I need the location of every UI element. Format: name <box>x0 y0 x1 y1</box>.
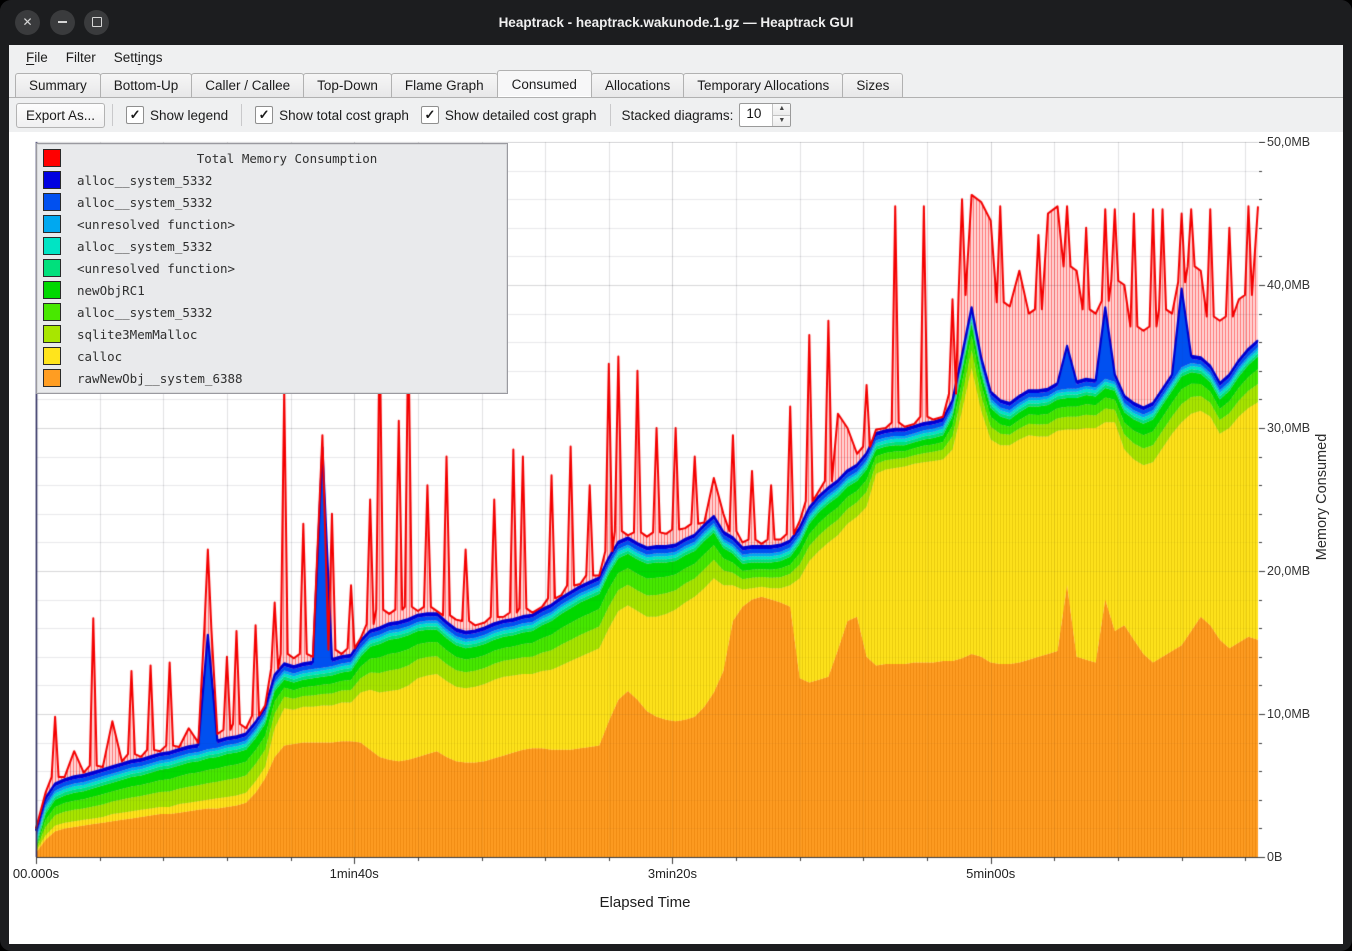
legend-item: alloc__system_5332 <box>37 235 507 257</box>
legend-swatch-icon <box>43 149 61 167</box>
spinner-buttons: ▲ ▼ <box>772 104 790 126</box>
tab-temporary-allocations[interactable]: Temporary Allocations <box>683 73 843 97</box>
tab-summary[interactable]: Summary <box>15 73 101 97</box>
legend-label: <unresolved function> <box>77 261 235 276</box>
menu-settings[interactable]: Settings <box>105 48 172 67</box>
legend-swatch-icon <box>43 303 61 321</box>
export-as-button[interactable]: Export As... <box>16 103 105 128</box>
checkbox-label: Show total cost graph <box>279 108 409 123</box>
legend-swatch-icon <box>43 171 61 189</box>
tab-consumed[interactable]: Consumed <box>497 70 592 97</box>
legend-item: alloc__system_5332 <box>37 191 507 213</box>
checkbox-check-icon: ✓ <box>126 106 144 124</box>
x-axis-title: Elapsed Time <box>495 894 795 911</box>
maximize-icon[interactable] <box>84 10 109 35</box>
window-title: Heaptrack - heaptrack.wakunode.1.gz — He… <box>120 0 1232 45</box>
legend-item: sqlite3MemMalloc <box>37 323 507 345</box>
legend-item: alloc__system_5332 <box>37 169 507 191</box>
tab-allocations[interactable]: Allocations <box>591 73 684 97</box>
legend-swatch-icon <box>43 347 61 365</box>
legend-item: newObjRC1 <box>37 279 507 301</box>
legend-title-row: Total Memory Consumption <box>37 147 507 169</box>
y-tick-label: 10,0MB <box>1267 706 1310 722</box>
stacked-diagrams-label: Stacked diagrams: <box>622 108 734 123</box>
y-tick-label: 40,0MB <box>1267 277 1310 293</box>
chart-area: Total Memory Consumption alloc__system_53… <box>9 132 1343 944</box>
tab-bottom-up[interactable]: Bottom-Up <box>100 73 193 97</box>
menu-bar: FileFilterSettings <box>9 45 1343 69</box>
legend-swatch-icon <box>43 325 61 343</box>
legend-label: alloc__system_5332 <box>77 195 212 210</box>
x-tick-label: 00.000s <box>9 866 81 881</box>
close-icon[interactable]: ✕ <box>15 10 40 35</box>
legend-label: alloc__system_5332 <box>77 173 212 188</box>
tab-caller-callee[interactable]: Caller / Callee <box>191 73 304 97</box>
legend-item: calloc <box>37 345 507 367</box>
legend-item: <unresolved function> <box>37 213 507 235</box>
main-content: FileFilterSettings SummaryBottom-UpCalle… <box>9 45 1343 944</box>
checkbox-check-icon: ✓ <box>421 106 439 124</box>
legend-swatch-icon <box>43 369 61 387</box>
checkbox-label: Show detailed cost graph <box>445 108 597 123</box>
tab-top-down[interactable]: Top-Down <box>303 73 392 97</box>
legend-label: <unresolved function> <box>77 217 235 232</box>
legend-swatch-icon <box>43 215 61 233</box>
toolbar-separator <box>241 104 242 126</box>
y-axis-title: Memory Consumed <box>1314 434 1330 561</box>
y-tick-label: 30,0MB <box>1267 420 1310 436</box>
tab-sizes[interactable]: Sizes <box>842 73 903 97</box>
toolbar-separator <box>112 104 113 126</box>
x-tick-label: 5min00s <box>946 866 1036 881</box>
spinner-value: 10 <box>740 104 772 126</box>
y-tick-label: 50,0MB <box>1267 134 1310 150</box>
legend-label: alloc__system_5332 <box>77 305 212 320</box>
y-tick-label: 20,0MB <box>1267 563 1310 579</box>
show-legend-checkbox[interactable]: ✓ Show legend <box>126 106 228 124</box>
legend-label: Total Memory Consumption <box>67 151 507 166</box>
spinner-up-icon[interactable]: ▲ <box>773 104 790 115</box>
tab-bar: SummaryBottom-UpCaller / CalleeTop-DownF… <box>9 69 1343 98</box>
show-detailed-cost-checkbox[interactable]: ✓ Show detailed cost graph <box>421 106 597 124</box>
menu-filter[interactable]: Filter <box>57 48 105 67</box>
y-tick-label: 0B <box>1267 849 1282 865</box>
toolbar-separator <box>610 104 611 126</box>
x-tick-label: 1min40s <box>309 866 399 881</box>
legend-label: rawNewObj__system_6388 <box>77 371 243 386</box>
show-total-cost-checkbox[interactable]: ✓ Show total cost graph <box>255 106 409 124</box>
toolbar: Export As... ✓ Show legend ✓ Show total … <box>9 98 1343 132</box>
chart-legend: Total Memory Consumption alloc__system_53… <box>36 143 508 394</box>
checkbox-label: Show legend <box>150 108 228 123</box>
legend-item: rawNewObj__system_6388 <box>37 367 507 389</box>
title-bar: ✕ Heaptrack - heaptrack.wakunode.1.gz — … <box>0 0 1352 45</box>
legend-label: newObjRC1 <box>77 283 145 298</box>
minimize-icon[interactable] <box>50 10 75 35</box>
legend-label: sqlite3MemMalloc <box>77 327 197 342</box>
legend-item: <unresolved function> <box>37 257 507 279</box>
stacked-diagrams-spinner[interactable]: 10 ▲ ▼ <box>739 103 791 127</box>
legend-swatch-icon <box>43 259 61 277</box>
legend-swatch-icon <box>43 237 61 255</box>
menu-file[interactable]: File <box>17 48 57 67</box>
spinner-down-icon[interactable]: ▼ <box>773 115 790 127</box>
tab-flame-graph[interactable]: Flame Graph <box>391 73 498 97</box>
legend-swatch-icon <box>43 193 61 211</box>
legend-label: calloc <box>77 349 122 364</box>
legend-swatch-icon <box>43 281 61 299</box>
app-window: ✕ Heaptrack - heaptrack.wakunode.1.gz — … <box>0 0 1352 951</box>
x-tick-label: 3min20s <box>627 866 717 881</box>
legend-item: alloc__system_5332 <box>37 301 507 323</box>
legend-label: alloc__system_5332 <box>77 239 212 254</box>
checkbox-check-icon: ✓ <box>255 106 273 124</box>
